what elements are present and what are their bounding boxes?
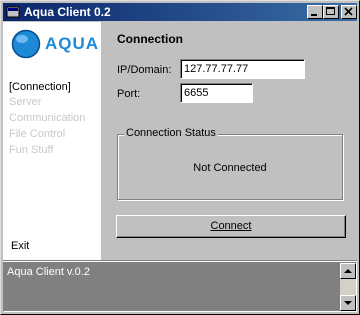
minimize-button[interactable] (307, 5, 323, 19)
window-title: Aqua Client 0.2 (24, 5, 111, 19)
arrow-down-icon (344, 301, 352, 305)
globe-icon (11, 29, 41, 59)
logo-text: AQUA (45, 34, 100, 53)
maximize-button[interactable] (323, 5, 339, 19)
app-icon (6, 6, 20, 18)
close-button[interactable] (341, 5, 357, 19)
minimize-icon (311, 14, 317, 16)
port-label: Port: (117, 88, 141, 100)
port-input[interactable]: 6655 (180, 83, 253, 103)
sidebar: AQUA [Connection] Server Communication F… (3, 22, 101, 260)
sidebar-item-connection[interactable]: [Connection] (9, 81, 71, 94)
log-text: Aqua Client v.0.2 (7, 266, 90, 278)
maximize-icon (326, 7, 335, 15)
group-title: Connection Status (124, 127, 218, 139)
log-scrollbar[interactable] (340, 263, 356, 311)
sidebar-item-server[interactable]: Server (9, 96, 41, 109)
connect-button-label: Connect (210, 220, 252, 232)
sidebar-item-communication[interactable]: Communication (9, 112, 85, 125)
scroll-up-button[interactable] (340, 263, 356, 279)
close-icon (344, 7, 353, 16)
page-title: Connection (117, 32, 183, 46)
ip-label: IP/Domain: (117, 64, 172, 76)
log-panel[interactable]: Aqua Client v.0.2 (3, 262, 357, 312)
sidebar-item-file-control[interactable]: File Control (9, 128, 65, 141)
ip-input[interactable]: 127.77.77.77 (180, 59, 305, 79)
exit-link[interactable]: Exit (11, 240, 29, 253)
status-text: Not Connected (193, 162, 267, 174)
sidebar-item-fun-stuff[interactable]: Fun Stuff (9, 144, 53, 157)
title-bar[interactable]: Aqua Client 0.2 (3, 3, 357, 21)
arrow-up-icon (344, 269, 352, 273)
app-window: Aqua Client 0.2 AQUA [Connection] Server… (0, 0, 360, 315)
connection-panel: Connection IP/Domain: 127.77.77.77 Port:… (101, 22, 357, 260)
connection-status-group: Connection Status Not Connected (117, 127, 343, 200)
connect-button[interactable]: Connect (116, 215, 346, 238)
aqua-logo: AQUA (11, 28, 98, 60)
scroll-down-button[interactable] (340, 295, 356, 311)
